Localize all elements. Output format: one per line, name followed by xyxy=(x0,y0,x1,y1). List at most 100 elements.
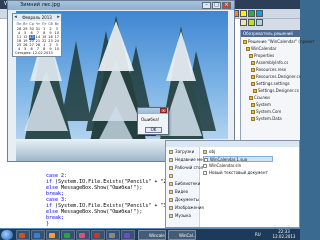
solution-tree-item[interactable]: Resources.Designer.cs xyxy=(251,74,301,80)
solution-tree-item[interactable]: Ссылки xyxy=(249,95,270,101)
minimize-button[interactable]: – xyxy=(202,2,211,9)
swatch-yellow[interactable] xyxy=(240,10,247,17)
taskbar-window-button[interactable]: Wincale... xyxy=(138,230,166,240)
taskbar-app-button[interactable] xyxy=(31,230,45,240)
taskbar-app-button[interactable] xyxy=(91,230,105,240)
explorer-nav-item[interactable] xyxy=(169,173,175,179)
solution-tree-item[interactable]: Settings.settings xyxy=(251,81,290,87)
file-icon xyxy=(204,158,208,162)
explorer-nav-item[interactable]: Загрузки xyxy=(169,149,194,155)
folder-icon xyxy=(169,214,173,218)
clock-date: 12.02.2013 xyxy=(272,234,296,239)
code-keyword: } xyxy=(46,221,50,227)
taskbar-app-button[interactable] xyxy=(61,230,75,240)
explorer-nav-item[interactable]: Музыка xyxy=(169,213,191,219)
taskbar-app-button[interactable] xyxy=(16,230,30,240)
solution-tree-label: System.Data xyxy=(256,116,282,121)
file-icon xyxy=(251,110,255,114)
solution-tree-label: System xyxy=(256,102,271,107)
system-clock[interactable]: 22:33 12.02.2013 xyxy=(270,229,298,240)
calendar-weekday: Пн xyxy=(16,22,22,26)
explorer-file-item[interactable]: Новый текстовый документ xyxy=(203,170,273,176)
code-text: MessageBox.Show("Ошибка!"); xyxy=(58,209,143,215)
solution-tree-label: Ссылки xyxy=(254,95,270,100)
solution-tree-label: System.Core xyxy=(256,109,282,114)
solution-tree-item[interactable]: Resources.resx xyxy=(251,67,286,73)
explorer-file-item[interactable]: obj xyxy=(203,149,273,155)
explorer-file-item[interactable]: WinCalendar.sln xyxy=(203,163,273,169)
calendar-month-label[interactable]: Февраль 2013 xyxy=(22,15,52,20)
explorer-nav-item[interactable]: Изображения xyxy=(169,205,204,211)
swatch-lime[interactable] xyxy=(248,19,255,26)
folder-icon xyxy=(169,206,173,210)
message-box-text: Ошибка! xyxy=(141,117,160,122)
file-icon xyxy=(253,89,257,93)
explorer-nav-label: Рабочий стол xyxy=(175,165,204,170)
explorer-nav-item[interactable]: Документы xyxy=(169,197,199,203)
code-line[interactable]: } xyxy=(46,221,49,227)
explorer-nav-item[interactable]: Библиотеки xyxy=(169,181,200,187)
solution-tree-item[interactable]: WinCalendar xyxy=(246,46,277,52)
solution-explorer: Обозреватель решений Решение "WinCalenda… xyxy=(240,30,315,150)
taskbar-window-button[interactable]: WinCal... xyxy=(168,230,196,240)
solution-tree-label: Settings.Designer.cs xyxy=(258,88,299,93)
file-icon xyxy=(251,82,255,86)
solution-tree-label: Properties xyxy=(254,53,275,58)
taskbar-app-button[interactable] xyxy=(106,230,120,240)
swatch-green[interactable] xyxy=(248,10,255,17)
solution-tree-item[interactable]: System.Core xyxy=(251,109,281,115)
solution-tree-item[interactable]: AssemblyInfo.cs xyxy=(251,60,288,66)
explorer-navigation-pane: Загрузки Недавние места Рабочий стол Библио… xyxy=(166,147,209,227)
file-icon xyxy=(243,40,247,44)
file-icon xyxy=(251,68,255,72)
close-button[interactable]: × xyxy=(222,2,231,9)
viewer-title: Зимний лес.jpg xyxy=(8,1,234,10)
language-indicator[interactable]: RU xyxy=(255,232,261,237)
file-icon xyxy=(249,96,253,100)
swatch-blue[interactable] xyxy=(256,10,263,17)
explorer-file-label: obj xyxy=(209,149,216,154)
explorer-nav-item[interactable]: Видео xyxy=(169,189,188,195)
app-icon xyxy=(109,233,115,238)
message-box-close-icon[interactable]: × xyxy=(160,108,167,113)
taskbar-app-button[interactable] xyxy=(46,230,60,240)
calendar-today-label[interactable]: Сегодня: 12.02.2013 xyxy=(15,51,53,55)
solution-tree-item[interactable]: System.Data xyxy=(251,116,282,122)
solution-tree-item[interactable]: Решение "WinCalendar" (проект xyxy=(243,39,315,45)
solution-tree-label: Решение "WinCalendar" (проект xyxy=(248,39,315,44)
prev-month-icon[interactable]: ◂ xyxy=(13,14,18,21)
explorer-nav-label: Документы xyxy=(175,197,199,202)
calendar-weekday: Сб xyxy=(48,22,53,26)
explorer-file-item[interactable]: WinCalendar.1.suo xyxy=(203,156,273,162)
explorer-nav-item[interactable]: Рабочий стол xyxy=(169,165,203,171)
swatch-cream[interactable] xyxy=(240,19,247,26)
month-calendar[interactable]: ◂ Февраль 2013 ▸ Пн Вт Ср Чт Пт Сб Вс 28 29 30 31 1… xyxy=(12,13,62,57)
calendar-day[interactable]: 10 xyxy=(54,47,60,52)
file-explorer-window: Загрузки Недавние места Рабочий стол Библио… xyxy=(165,140,300,228)
file-icon xyxy=(251,103,255,107)
file-icon xyxy=(203,164,207,168)
swatch-lightblue[interactable] xyxy=(256,19,263,26)
folder-icon xyxy=(169,166,173,170)
start-button[interactable] xyxy=(1,230,13,240)
ok-button[interactable]: OK xyxy=(145,127,162,133)
maximize-button[interactable]: □ xyxy=(212,2,221,9)
calendar-weekday: Вт xyxy=(23,22,28,26)
folder-icon xyxy=(169,190,173,194)
file-icon xyxy=(249,54,253,58)
app-icon xyxy=(19,233,25,238)
next-month-icon[interactable]: ▸ xyxy=(56,14,61,21)
taskbar-app-button[interactable] xyxy=(76,230,90,240)
taskbar-app-button[interactable] xyxy=(121,230,135,240)
folder-icon xyxy=(169,198,173,202)
app-icon xyxy=(124,233,130,238)
solution-tree-item[interactable]: Properties xyxy=(249,53,274,59)
app-icon xyxy=(94,233,100,238)
solution-tree-item[interactable]: Settings.Designer.cs xyxy=(253,88,299,94)
calendar-header: ◂ Февраль 2013 ▸ xyxy=(13,14,61,21)
calendar-weekday: Ср xyxy=(29,22,34,26)
app-icon xyxy=(79,233,85,238)
solution-tree-item[interactable]: System xyxy=(251,102,271,108)
app-icon xyxy=(34,233,40,238)
explorer-file-label: Новый текстовый документ xyxy=(209,170,268,175)
